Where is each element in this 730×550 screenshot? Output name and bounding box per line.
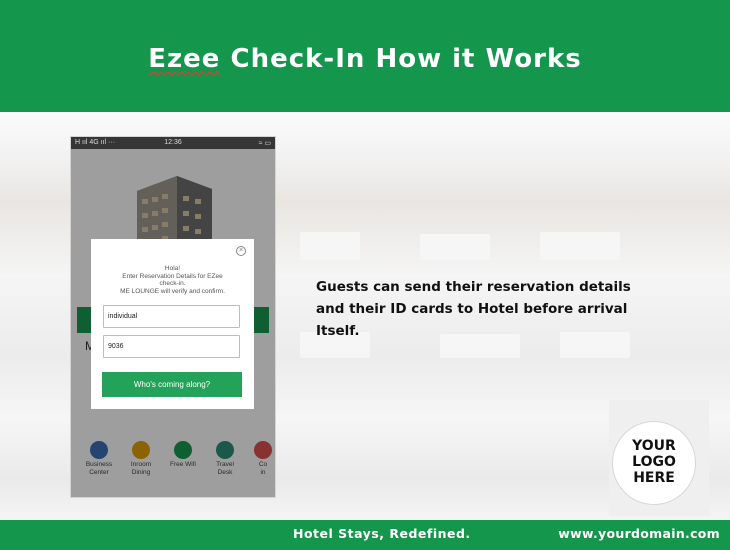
logo-text: HERE	[633, 470, 675, 486]
description-line: Guests can send their reservation detail…	[316, 279, 631, 295]
logo-placeholder: YOUR LOGO HERE	[612, 421, 696, 505]
dialog-instruction: Enter Reservation Details for EZee	[122, 272, 223, 280]
whos-coming-button[interactable]: Who's coming along?	[102, 372, 242, 397]
status-bar: H ııl 4G ııl ··· 12:36 ≈ ▭	[71, 137, 275, 149]
footer-domain-link[interactable]: www.yourdomain.com	[558, 526, 720, 541]
close-icon[interactable]: ×	[236, 246, 246, 256]
page-title-brand: Ezee	[148, 44, 221, 74]
status-time: 12:36	[164, 139, 182, 146]
footer-tagline: Hotel Stays, Redefined.	[293, 526, 471, 541]
dialog-note: ME LOUNGE will verify and confirm.	[120, 287, 225, 295]
footer-bar: Hotel Stays, Redefined. www.yourdomain.c…	[0, 520, 730, 550]
dialog-message: Hola! Enter Reservation Details for EZee…	[91, 265, 254, 295]
description-line: Itself.	[316, 323, 360, 339]
background-window	[420, 234, 490, 260]
battery-icon: ≈ ▭	[258, 140, 271, 147]
phone-screenshot: H ııl 4G ııl ··· 12:36 ≈ ▭ M Business Ce…	[70, 136, 276, 498]
page-title-rest: Check-In How it Works	[220, 44, 582, 74]
dialog-greeting: Hola!	[164, 265, 181, 272]
logo-text: YOUR	[632, 438, 676, 454]
page-title: Ezee Check-In How it Works	[0, 44, 730, 74]
reservation-number-field[interactable]: 9036	[103, 335, 240, 358]
background-window	[540, 232, 620, 260]
checkin-dialog: × Hola! Enter Reservation Details for EZ…	[91, 239, 254, 409]
description-line: and their ID cards to Hotel before arriv…	[316, 301, 628, 317]
reservation-type-field[interactable]: individual	[103, 305, 240, 328]
dialog-instruction: check-in.	[159, 280, 186, 287]
header-banner: Ezee Check-In How it Works	[0, 0, 730, 112]
description-text: Guests can send their reservation detail…	[316, 276, 646, 342]
logo-text: LOGO	[632, 454, 676, 470]
background-window	[300, 232, 360, 260]
